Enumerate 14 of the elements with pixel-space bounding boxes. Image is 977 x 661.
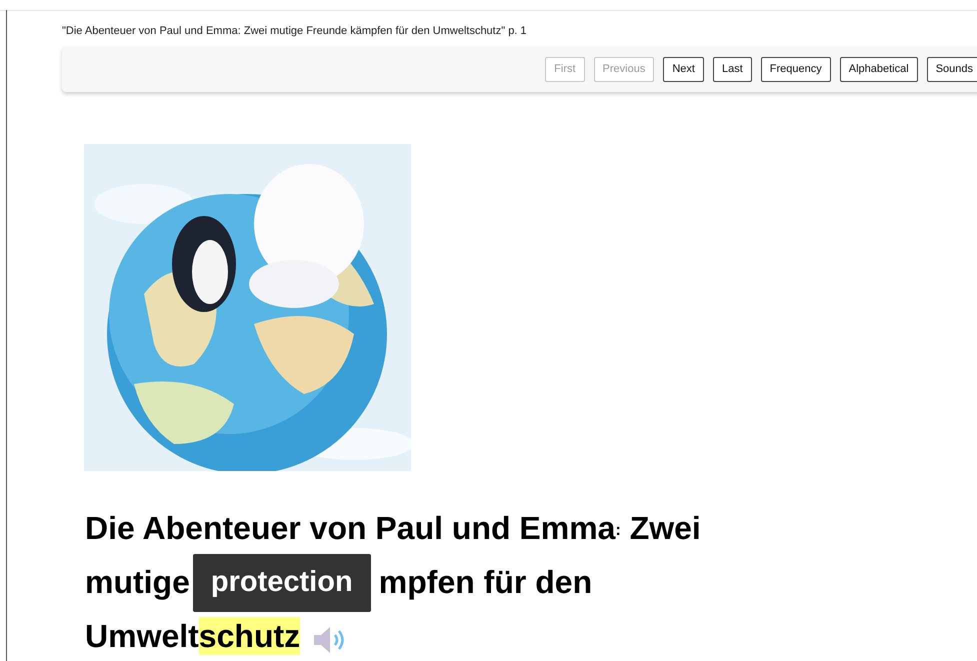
highlighted-word[interactable]: schutz xyxy=(198,617,300,655)
heading-text: Zwei xyxy=(628,509,701,547)
heading-text: mutige xyxy=(85,563,191,601)
heading-text: Die Abenteuer von Paul und Emma xyxy=(85,509,616,547)
colon-text: : xyxy=(615,522,621,539)
page-title: "Die Abenteuer von Paul und Emma: Zwei mutige Freunde kämpfen für den Umweltschutz" p. 1 xyxy=(62,25,527,38)
heading-text: mpfen für den xyxy=(378,563,592,601)
nav-button[interactable]: Alphabetical xyxy=(840,57,918,82)
nav-button[interactable]: Sounds xyxy=(926,57,977,82)
nav-button[interactable]: Frequency xyxy=(760,57,831,82)
translation-tooltip: protection xyxy=(192,554,371,612)
nav-button[interactable]: Last xyxy=(712,57,752,82)
heading-text: Umwelt xyxy=(85,617,199,655)
nav-button[interactable]: Next xyxy=(663,57,704,82)
